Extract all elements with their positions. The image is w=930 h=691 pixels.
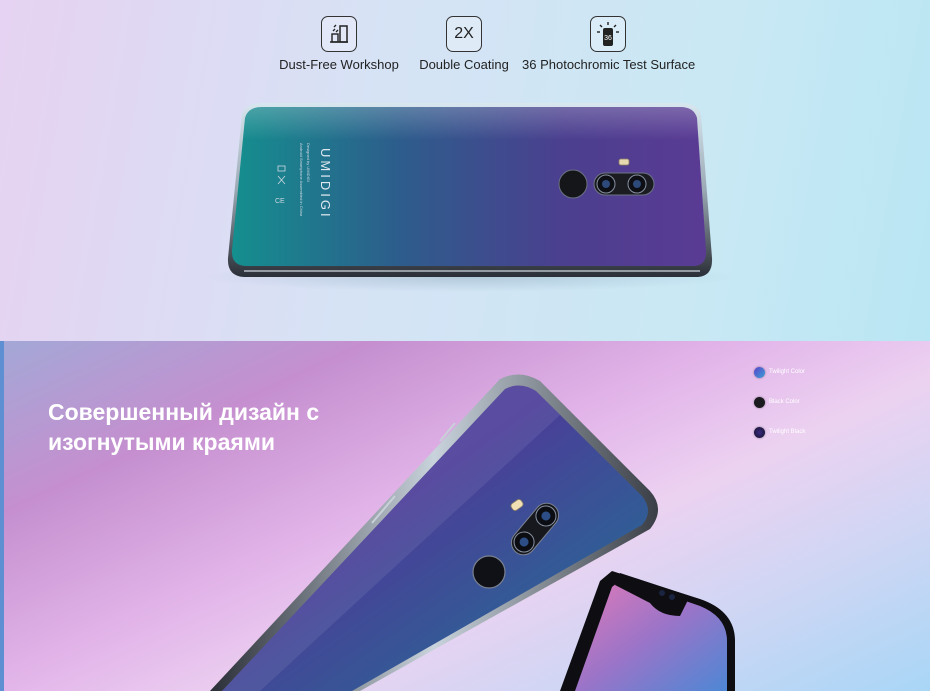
- color-name: Twilight Black: [769, 429, 806, 435]
- bottom-panel: Совершенный дизайн с изогнутыми краями T…: [0, 341, 930, 691]
- top-panel: Dust-Free Workshop 2X Double Coating 36: [0, 0, 930, 341]
- headline-line-1: Совершенный дизайн с: [48, 399, 320, 425]
- color-name: Black Color: [769, 399, 800, 405]
- color-options: Twilight Color Black Color Twilight Blac…: [754, 357, 805, 447]
- phone-back-image: UMIDIGI Designed by UMIDIGI Android Smar…: [227, 103, 713, 277]
- brand-logo: UMIDIGI: [318, 148, 333, 220]
- color-swatch: [754, 426, 765, 438]
- color-option-black[interactable]: Black Color: [754, 387, 805, 417]
- color-name: Twilight Color: [769, 369, 806, 375]
- color-swatch: [754, 366, 765, 378]
- color-swatch: [754, 396, 765, 408]
- back-text-2: Android Smartphone Assembled in China: [299, 143, 304, 217]
- headline: Совершенный дизайн с изогнутыми краями: [48, 397, 319, 457]
- color-option-twilight-black[interactable]: Twilight Black: [754, 417, 805, 447]
- back-text-1: Designed by UMIDIGI: [306, 143, 311, 182]
- headline-line-2: изогнутыми краями: [48, 429, 275, 455]
- svg-text:CE: CE: [275, 198, 285, 205]
- color-option-twilight[interactable]: Twilight Color: [754, 357, 805, 387]
